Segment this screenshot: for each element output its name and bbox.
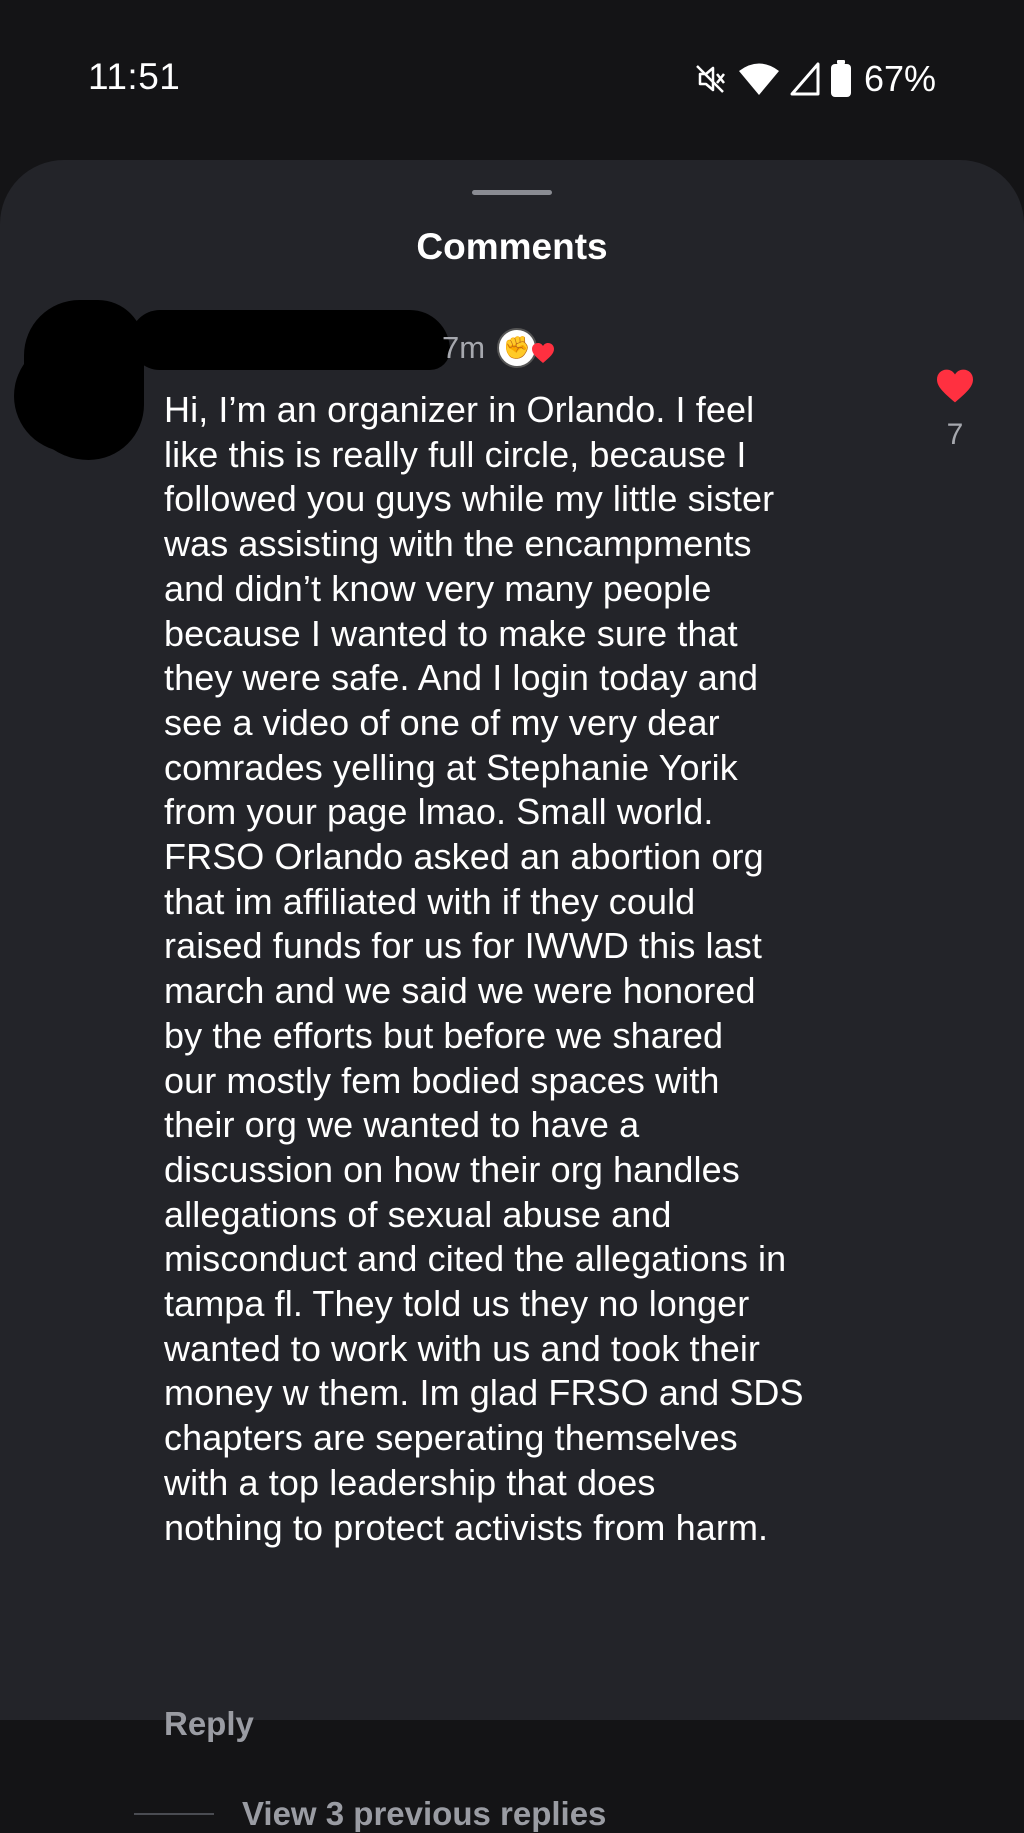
username-redacted[interactable] (130, 310, 450, 370)
battery-icon (830, 60, 852, 98)
comments-sheet: Comments 7m ✊ Hi, I’m an organizer in Or… (0, 160, 1024, 1832)
like-count: 7 (946, 418, 964, 451)
status-icons: 67% (692, 58, 936, 100)
comment-timestamp: 7m (442, 330, 486, 365)
comment-text: Hi, I’m an organizer in Orlando. I feel … (164, 389, 804, 1548)
drag-handle[interactable] (472, 190, 552, 195)
wifi-icon (738, 62, 780, 96)
creator-liked-badge: ✊ (497, 328, 555, 368)
status-bar: 11:51 67% (0, 0, 1024, 160)
sheet-title: Comments (416, 226, 608, 267)
view-replies-row[interactable]: View 3 previous replies (134, 1795, 606, 1833)
reply-button[interactable]: Reply (164, 1705, 254, 1743)
raised-fist-icon: ✊ (503, 335, 531, 360)
avatar[interactable] (14, 300, 144, 460)
status-time: 11:51 (88, 56, 181, 97)
like-heart-icon[interactable] (935, 368, 975, 404)
comment-meta: 7m ✊ (442, 328, 555, 368)
like-column: 7 (930, 368, 980, 452)
view-replies-button[interactable]: View 3 previous replies (242, 1795, 606, 1833)
replies-divider (134, 1813, 214, 1815)
battery-percent: 67% (863, 58, 936, 99)
cellular-signal-icon (790, 62, 820, 96)
mute-icon (692, 61, 728, 97)
heart-icon (532, 343, 555, 363)
